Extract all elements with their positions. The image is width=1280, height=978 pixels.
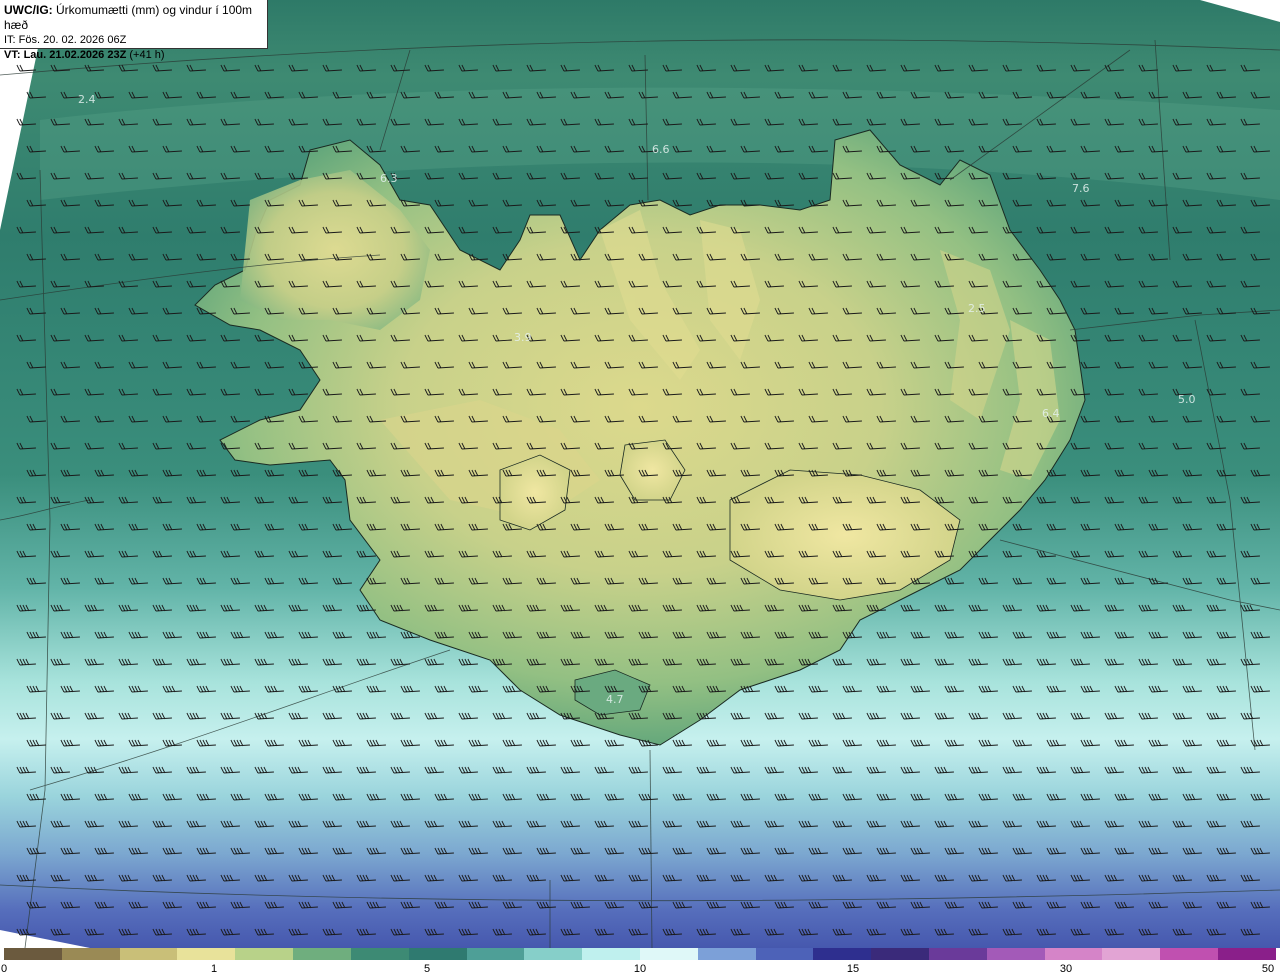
colorbar-segment: [755, 948, 814, 960]
colorbar-segment: [293, 948, 351, 960]
colorbar-segment: [1102, 948, 1161, 960]
colorbar-segment: [408, 948, 467, 960]
colorbar-segment: [929, 948, 987, 960]
model-name: UWC/IG:: [4, 3, 53, 17]
colorbar-strip: [4, 948, 1276, 960]
issue-time: IT: Fös. 20. 02. 2026 06Z: [4, 34, 127, 46]
colorbar-segment: [524, 948, 583, 960]
value-label: 3.9: [514, 331, 532, 344]
colorbar-segment: [986, 948, 1045, 960]
colorbar-segment: [1160, 948, 1219, 960]
value-label: 6.4: [1042, 407, 1060, 420]
colorbar-segment: [119, 948, 178, 960]
colorbar-segment: [582, 948, 640, 960]
value-label: 7.6: [1072, 182, 1090, 195]
colorbar-segment: [4, 948, 62, 960]
colorbar-segment: [1044, 948, 1103, 960]
colorbar-segment: [1218, 948, 1276, 960]
colorbar-segment: [235, 948, 294, 960]
weather-map: 2.4 6.3 6.6 7.6 3.9 2.5 6.4 5.0 4.7 UWC/…: [0, 0, 1280, 948]
colorbar-tick: 30: [1059, 963, 1073, 975]
colorbar-tick: 0: [0, 963, 8, 975]
value-label: 2.5: [968, 302, 986, 315]
colorbar-segment: [813, 948, 872, 960]
valid-time: Lau. 21.02.2026 23Z: [23, 49, 127, 61]
value-label: 4.7: [606, 693, 624, 706]
colorbar: 0 1 5 10 15 30 50: [0, 948, 1280, 978]
value-label: 6.6: [652, 143, 670, 156]
colorbar-segment: [466, 948, 525, 960]
colorbar-tick: 50: [1261, 963, 1275, 975]
map-canvas: 2.4 6.3 6.6 7.6 3.9 2.5 6.4 5.0 4.7: [0, 0, 1280, 948]
title-line: UWC/IG: Úrkomumætti (mm) og vindur í 100…: [4, 3, 263, 33]
colorbar-tick: 5: [423, 963, 431, 975]
colorbar-segment: [350, 948, 409, 960]
colorbar-segment: [61, 948, 120, 960]
colorbar-segment: [871, 948, 929, 960]
colorbar-segment: [177, 948, 236, 960]
value-label: 2.4: [78, 93, 96, 106]
colorbar-tick: 15: [846, 963, 860, 975]
value-label: 6.3: [380, 172, 398, 185]
map-title-box: UWC/IG: Úrkomumætti (mm) og vindur í 100…: [0, 0, 268, 61]
colorbar-tick: 10: [633, 963, 647, 975]
lead-time: (+41 h): [129, 49, 165, 61]
colorbar-segment: [639, 948, 698, 960]
valid-time-line: VT: Lau. 21.02.2026 23Z (+41 h): [4, 48, 263, 63]
value-label: 5.0: [1178, 393, 1196, 406]
colorbar-segment: [697, 948, 756, 960]
valid-prefix: VT:: [4, 49, 21, 61]
colorbar-tick: 1: [210, 963, 218, 975]
